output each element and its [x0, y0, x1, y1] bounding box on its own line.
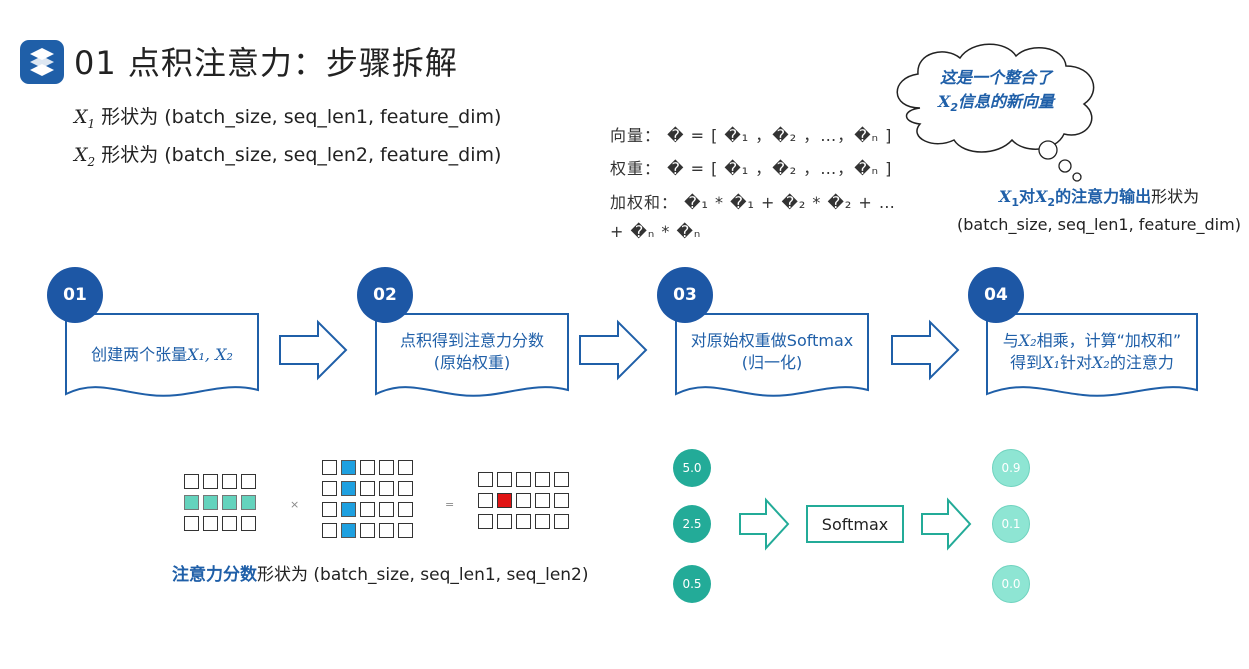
step-number-03: 03: [657, 267, 713, 323]
softmax-in-arrow: [739, 497, 790, 551]
attention-score-label: 注意力分数形状为 (batch_size, seq_len1, seq_len2…: [172, 565, 589, 585]
step-text-01: 创建两个张量X₁, X₂: [91, 345, 233, 364]
equals-operator: =: [445, 498, 455, 511]
input-value-1: 5.0: [673, 449, 711, 487]
arrow-2-3: [579, 319, 648, 381]
step-text-02: 点积得到注意力分数 (原始权重): [399, 331, 544, 372]
step-number-04: 04: [968, 267, 1024, 323]
times-operator: ×: [290, 498, 300, 511]
output-value-3: 0.0: [992, 565, 1030, 603]
matrix-scores: [474, 466, 584, 538]
softmax-box: Softmax: [806, 505, 904, 543]
matrix-x2-transposed: [320, 456, 430, 548]
output-value-2: 0.1: [992, 505, 1030, 543]
input-value-2: 2.5: [673, 505, 711, 543]
arrow-1-2: [279, 319, 348, 381]
output-value-1: 0.9: [992, 449, 1030, 487]
step-text-04: 与X₂相乘，计算“加权和” 得到X₁针对X₂的注意力: [1002, 331, 1182, 372]
step-number-01: 01: [47, 267, 103, 323]
input-value-3: 0.5: [673, 565, 711, 603]
matrix-x1: [180, 468, 270, 542]
step-number-02: 02: [357, 267, 413, 323]
softmax-out-arrow: [921, 497, 972, 551]
step-text-03: 对原始权重做Softmax (归一化): [690, 331, 854, 372]
arrow-3-4: [891, 319, 960, 381]
